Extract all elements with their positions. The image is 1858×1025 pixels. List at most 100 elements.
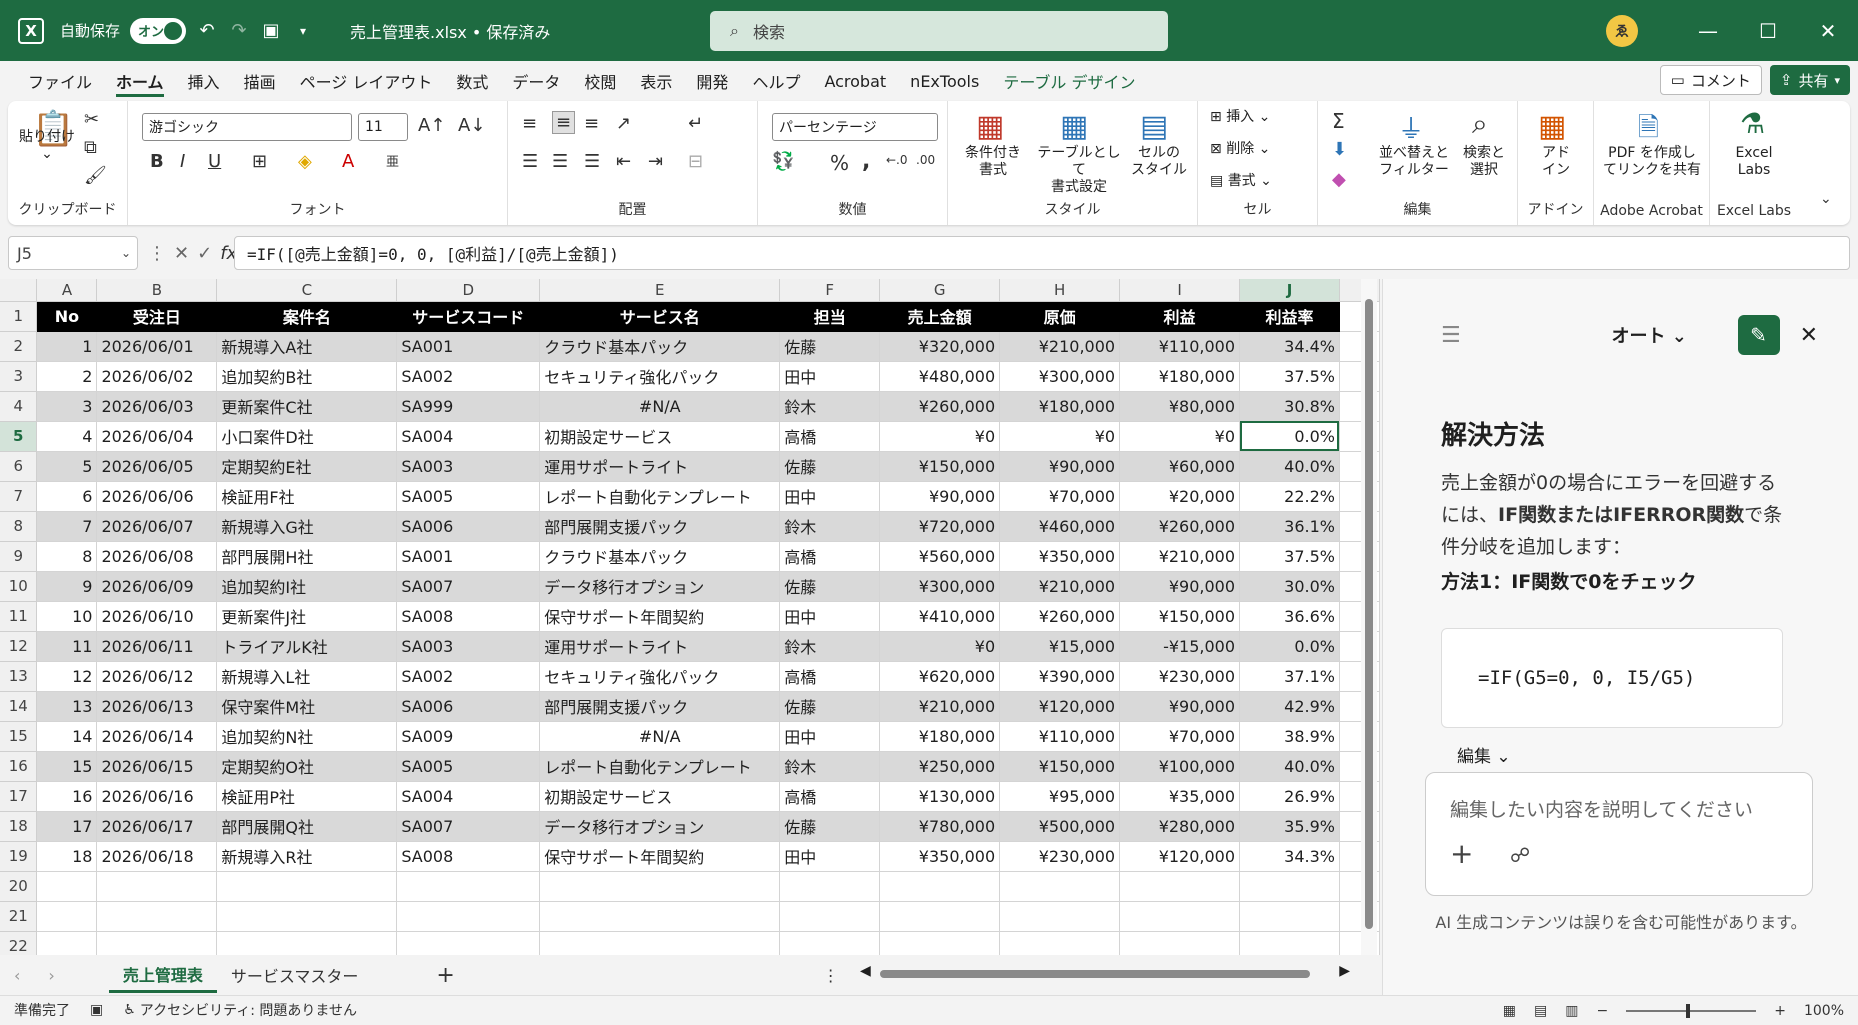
table-cell[interactable]: トライアルK社 xyxy=(216,631,398,662)
table-cell[interactable]: ¥110,000 xyxy=(1119,331,1241,362)
table-cell[interactable]: SA007 xyxy=(396,571,541,602)
table-cell[interactable]: ¥350,000 xyxy=(999,541,1121,572)
more-icon[interactable]: ⋮ xyxy=(148,243,166,264)
code-block[interactable]: =IF(G5=0, 0, I5/G5) xyxy=(1441,628,1783,728)
table-cell[interactable]: 18 xyxy=(36,841,98,872)
column-header[interactable]: C xyxy=(216,279,398,302)
table-cell[interactable]: 2026/06/07 xyxy=(96,511,218,542)
tab-file[interactable]: ファイル xyxy=(16,61,104,101)
table-cell[interactable]: 2026/06/05 xyxy=(96,451,218,482)
table-cell[interactable]: 新規導入L社 xyxy=(216,661,398,692)
table-cell[interactable]: SA005 xyxy=(396,481,541,512)
normal-view-icon[interactable]: ▦ xyxy=(1503,1003,1516,1019)
table-cell[interactable]: 小口案件D社 xyxy=(216,421,398,452)
table-cell[interactable]: 更新案件C社 xyxy=(216,391,398,422)
table-cell[interactable]: 佐藤 xyxy=(779,571,881,602)
table-cell[interactable]: 7 xyxy=(36,511,98,542)
table-cell[interactable]: 3 xyxy=(36,391,98,422)
font-size-select[interactable]: 11 xyxy=(358,113,408,141)
table-cell[interactable]: 鈴木 xyxy=(779,751,881,782)
table-header-cell[interactable]: 利益率 xyxy=(1239,301,1340,332)
table-cell[interactable]: SA002 xyxy=(396,361,541,392)
table-cell[interactable]: 2026/06/02 xyxy=(96,361,218,392)
currency-icon[interactable]: 💱 xyxy=(772,151,794,172)
table-cell[interactable]: 37.1% xyxy=(1239,661,1340,692)
cell-styles-button[interactable]: セルの スタイル xyxy=(1124,145,1194,179)
format-as-table-icon[interactable]: ▦ xyxy=(1060,109,1088,144)
table-cell[interactable]: SA003 xyxy=(396,451,541,482)
paste-button[interactable]: 貼り付け ⌄ xyxy=(18,129,76,163)
cell[interactable] xyxy=(396,871,541,902)
table-cell[interactable]: 8 xyxy=(36,541,98,572)
increase-font-icon[interactable]: A↑ xyxy=(418,115,445,136)
cell[interactable] xyxy=(779,901,881,932)
table-header-cell[interactable]: 担当 xyxy=(779,301,881,332)
table-cell[interactable]: 保守サポート年間契約 xyxy=(539,601,781,632)
table-cell[interactable]: 2026/06/12 xyxy=(96,661,218,692)
row-header[interactable]: 14 xyxy=(0,691,38,722)
minimize-icon[interactable]: — xyxy=(1678,19,1738,43)
comment-button[interactable]: ▭ コメント xyxy=(1659,65,1762,95)
table-header-cell[interactable]: 受注日 xyxy=(96,301,218,332)
cell[interactable] xyxy=(396,931,541,955)
table-cell[interactable]: 田中 xyxy=(779,481,881,512)
table-header-cell[interactable]: No xyxy=(36,301,98,332)
align-left-icon[interactable]: ☰ xyxy=(522,151,538,172)
table-cell[interactable]: SA002 xyxy=(396,661,541,692)
tab-acrobat[interactable]: Acrobat xyxy=(812,61,898,101)
prompt-input[interactable]: 編集したい内容を説明してください + ☍ xyxy=(1425,772,1813,896)
bold-icon[interactable]: B xyxy=(150,151,164,172)
table-cell[interactable]: 部門展開Q社 xyxy=(216,811,398,842)
table-cell[interactable]: 高橋 xyxy=(779,661,881,692)
table-cell[interactable]: ¥390,000 xyxy=(999,661,1121,692)
align-middle-icon[interactable]: ≡ xyxy=(552,111,576,134)
table-cell[interactable]: ¥0 xyxy=(879,631,1001,662)
row-header[interactable]: 2 xyxy=(0,331,38,362)
row-header[interactable]: 19 xyxy=(0,841,38,872)
table-cell[interactable]: 42.9% xyxy=(1239,691,1340,722)
table-cell[interactable]: ¥90,000 xyxy=(999,451,1121,482)
align-center-icon[interactable]: ☰ xyxy=(552,151,568,172)
row-header[interactable]: 5 xyxy=(0,421,38,452)
table-cell[interactable]: 2 xyxy=(36,361,98,392)
cell[interactable] xyxy=(1119,901,1241,932)
select-all-corner[interactable] xyxy=(0,279,38,302)
table-cell[interactable]: 14 xyxy=(36,721,98,752)
tab-table-design[interactable]: テーブル デザイン xyxy=(991,61,1147,101)
table-cell[interactable]: SA004 xyxy=(396,781,541,812)
table-cell[interactable]: 追加契約N社 xyxy=(216,721,398,752)
table-cell[interactable]: ¥320,000 xyxy=(879,331,1001,362)
fill-color-icon[interactable]: ◈ xyxy=(298,151,312,172)
border-icon[interactable]: ⊞ xyxy=(252,151,267,172)
addins-button[interactable]: アド イン xyxy=(1518,145,1594,179)
table-cell[interactable]: ¥210,000 xyxy=(1119,541,1241,572)
delete-cells-button[interactable]: ⊠ 削除 ⌄ xyxy=(1210,141,1270,158)
row-header[interactable]: 18 xyxy=(0,811,38,842)
table-cell[interactable]: 16 xyxy=(36,781,98,812)
zoom-level[interactable]: 100% xyxy=(1804,1003,1844,1019)
table-cell[interactable]: ¥480,000 xyxy=(879,361,1001,392)
table-cell[interactable]: ¥720,000 xyxy=(879,511,1001,542)
table-cell[interactable]: ¥620,000 xyxy=(879,661,1001,692)
table-header-cell[interactable]: 利益 xyxy=(1119,301,1241,332)
table-cell[interactable]: クラウド基本パック xyxy=(539,541,781,572)
table-cell[interactable]: 30.8% xyxy=(1239,391,1340,422)
table-cell[interactable]: ¥0 xyxy=(1119,421,1241,452)
table-cell[interactable]: 新規導入A社 xyxy=(216,331,398,362)
table-cell[interactable]: 初期設定サービス xyxy=(539,421,781,452)
add-attachment-icon[interactable]: + xyxy=(1450,837,1473,870)
table-cell[interactable]: 37.5% xyxy=(1239,541,1340,572)
horizontal-scrollbar[interactable]: ◀ ▶ xyxy=(860,963,1350,981)
tab-draw[interactable]: 描画 xyxy=(232,61,288,101)
cell[interactable] xyxy=(96,901,218,932)
table-cell[interactable]: ¥0 xyxy=(879,421,1001,452)
cell[interactable] xyxy=(539,871,781,902)
edit-dropdown[interactable]: 編集 ⌄ xyxy=(1457,742,1511,767)
table-cell[interactable]: SA007 xyxy=(396,811,541,842)
worksheet-grid[interactable]: A B C D E F G H I J 1 No 受注日 案件名 サービスコード サービス名 担当 売上金額 原価利… xyxy=(0,279,1380,955)
collapse-ribbon-icon[interactable]: ⌄ xyxy=(1820,191,1832,207)
table-cell[interactable]: 2026/06/17 xyxy=(96,811,218,842)
row-header[interactable]: 22 xyxy=(0,931,38,955)
table-cell[interactable]: ¥780,000 xyxy=(879,811,1001,842)
table-cell[interactable]: ¥110,000 xyxy=(999,721,1121,752)
